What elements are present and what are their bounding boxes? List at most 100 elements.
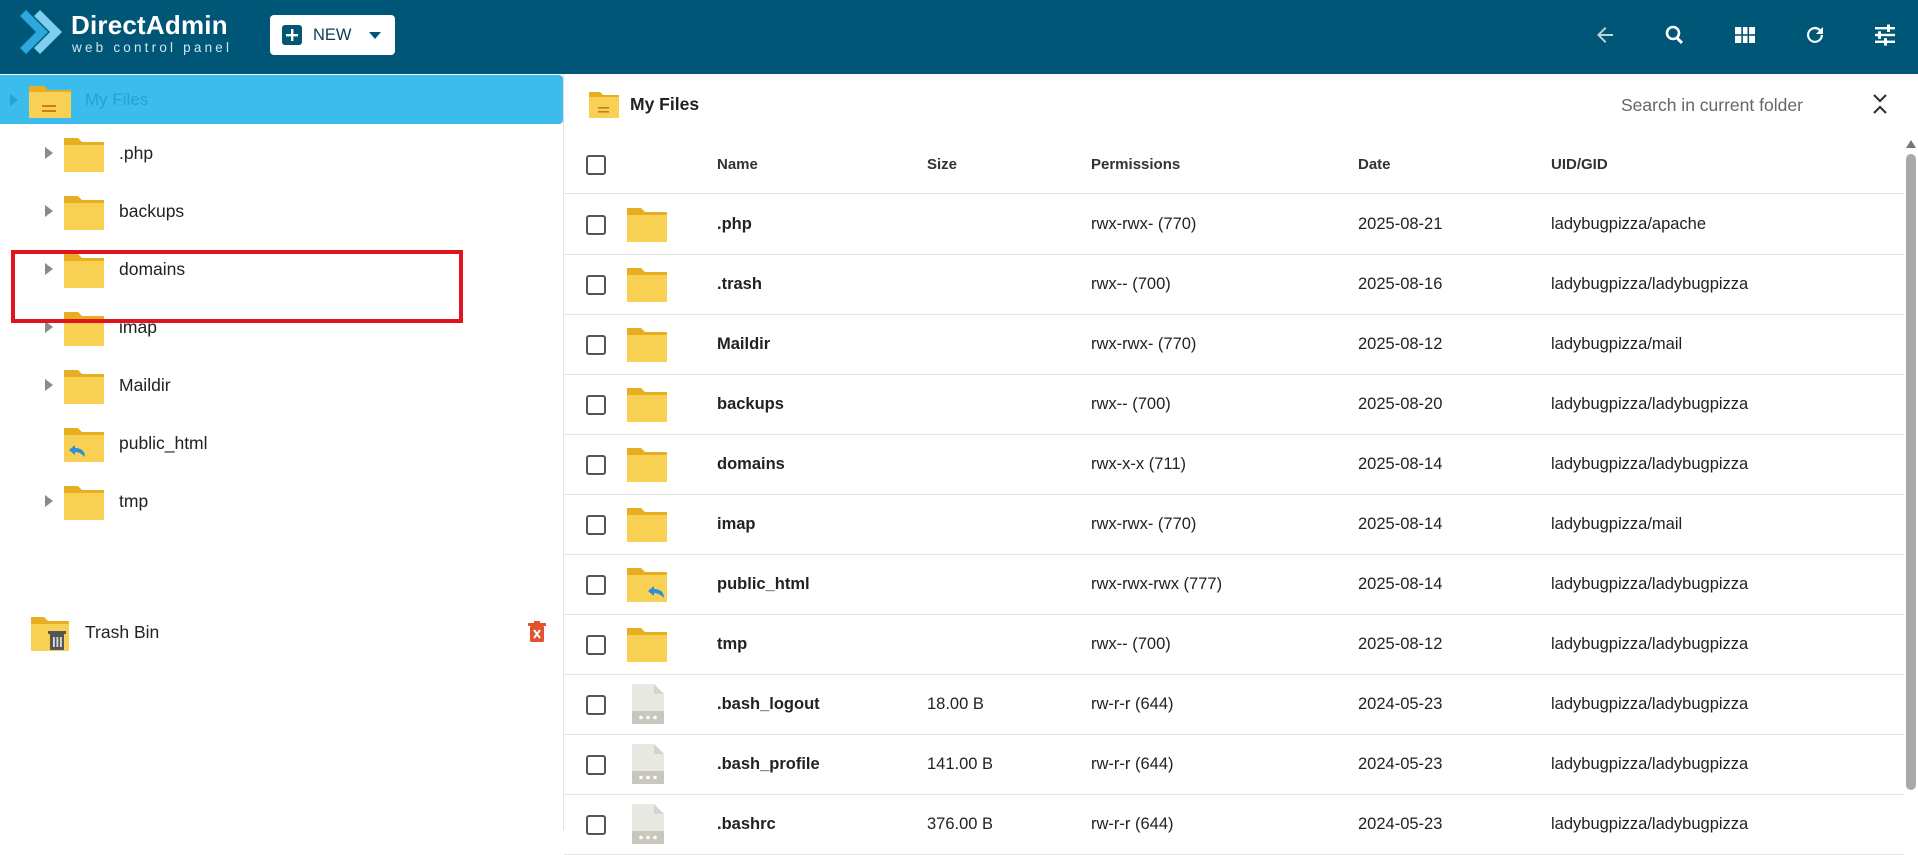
- cell-name[interactable]: public_html: [717, 575, 810, 594]
- column-header-uid-gid[interactable]: UID/GID: [1551, 156, 1608, 173]
- cell-name[interactable]: Maildir: [717, 335, 770, 354]
- cell-name[interactable]: .trash: [717, 275, 762, 294]
- row-checkbox[interactable]: [586, 395, 606, 415]
- new-button[interactable]: NEW: [270, 15, 395, 55]
- cell-uid-gid: ladybugpizza/ladybugpizza: [1551, 695, 1749, 713]
- tree-item-trash-bin[interactable]: Trash Bin: [0, 607, 563, 657]
- cell-name[interactable]: imap: [717, 515, 756, 534]
- row-checkbox[interactable]: [586, 215, 606, 235]
- column-header-date[interactable]: Date: [1358, 156, 1391, 173]
- folder-icon: [589, 92, 619, 118]
- cell-permissions: rwx-- (700): [1091, 275, 1171, 293]
- folder-icon: [626, 445, 668, 488]
- cell-date: 2024-05-23: [1358, 695, 1443, 713]
- tree-item-imap[interactable]: imap: [0, 302, 563, 352]
- search-input[interactable]: [1621, 88, 1841, 122]
- tree-item-label: backups: [119, 201, 185, 221]
- expand-arrow-icon[interactable]: [45, 263, 53, 275]
- column-header-size[interactable]: Size: [927, 156, 957, 173]
- scroll-up-arrow-icon[interactable]: [1906, 140, 1916, 148]
- row-checkbox[interactable]: [586, 575, 606, 595]
- folder-link-icon: [626, 565, 668, 608]
- cell-name[interactable]: tmp: [717, 635, 747, 654]
- tree-root-my-files[interactable]: My Files: [0, 75, 563, 124]
- grid-view-icon[interactable]: [1728, 18, 1762, 52]
- settings-sliders-icon[interactable]: [1868, 18, 1902, 52]
- expand-arrow-icon[interactable]: [45, 147, 53, 159]
- tree-item-tmp[interactable]: tmp: [0, 476, 563, 526]
- tree-item-domains[interactable]: domains: [0, 244, 563, 294]
- folder-icon: [64, 312, 104, 346]
- expand-arrow-icon[interactable]: [45, 379, 53, 391]
- expand-arrow-icon[interactable]: [45, 205, 53, 217]
- top-bar: DirectAdmin web control panel NEW: [0, 0, 1918, 74]
- cell-date: 2025-08-12: [1358, 635, 1443, 653]
- directadmin-logo[interactable]: DirectAdmin web control panel: [18, 4, 258, 66]
- row-checkbox[interactable]: [586, 755, 606, 775]
- row-checkbox[interactable]: [586, 815, 606, 835]
- cell-date: 2025-08-20: [1358, 395, 1443, 413]
- table-row[interactable]: .bashrc 376.00 B rw-r-r (644) 2024-05-23 lad…: [564, 795, 1904, 855]
- cell-name[interactable]: domains: [717, 455, 785, 474]
- cell-name[interactable]: .bashrc: [717, 815, 776, 834]
- cell-uid-gid: ladybugpizza/apache: [1551, 215, 1707, 233]
- refresh-icon[interactable]: [1798, 18, 1832, 52]
- cell-name[interactable]: backups: [717, 395, 784, 414]
- cell-permissions: rwx-x-x (711): [1091, 455, 1187, 473]
- select-all-checkbox[interactable]: [586, 155, 606, 175]
- folder-icon: [64, 254, 104, 288]
- cell-date: 2025-08-21: [1358, 215, 1443, 233]
- folder-icon: [64, 196, 104, 230]
- table-row[interactable]: public_html rwx-rwx-rwx (777) 2025-08-14 la…: [564, 555, 1904, 615]
- tree-item-backups[interactable]: backups: [0, 186, 563, 236]
- column-header-permissions[interactable]: Permissions: [1091, 156, 1180, 173]
- expand-arrow-icon[interactable]: [45, 321, 53, 333]
- expand-arrow-icon[interactable]: [10, 94, 18, 106]
- row-checkbox[interactable]: [586, 515, 606, 535]
- tree-item-label: public_html: [119, 433, 208, 453]
- table-row[interactable]: backups rwx-- (700) 2025-08-20 ladybugpizza…: [564, 375, 1904, 435]
- cell-date: 2024-05-23: [1358, 815, 1443, 833]
- table-row[interactable]: .bash_logout 18.00 B rw-r-r (644) 2024-05-2…: [564, 675, 1904, 735]
- scrollbar[interactable]: [1904, 140, 1918, 830]
- row-checkbox[interactable]: [586, 695, 606, 715]
- table-row[interactable]: domains rwx-x-x (711) 2025-08-14 ladybugpiz…: [564, 435, 1904, 495]
- cell-uid-gid: ladybugpizza/ladybugpizza: [1551, 395, 1749, 413]
- cell-date: 2025-08-14: [1358, 455, 1443, 473]
- tree-root-label: My Files: [85, 90, 149, 109]
- cell-date: 2025-08-14: [1358, 575, 1443, 593]
- row-checkbox[interactable]: [586, 635, 606, 655]
- cell-name[interactable]: .bash_profile: [717, 755, 820, 774]
- table-row[interactable]: .trash rwx-- (700) 2025-08-16 ladybugpizza/…: [564, 255, 1904, 315]
- back-arrow-icon[interactable]: [1588, 18, 1622, 52]
- cell-uid-gid: ladybugpizza/ladybugpizza: [1551, 275, 1749, 293]
- row-checkbox[interactable]: [586, 335, 606, 355]
- column-header-name[interactable]: Name: [717, 156, 758, 173]
- cell-uid-gid: ladybugpizza/ladybugpizza: [1551, 575, 1749, 593]
- cell-name[interactable]: .php: [717, 215, 752, 234]
- tree-item-php[interactable]: .php: [0, 128, 563, 178]
- row-checkbox[interactable]: [586, 275, 606, 295]
- cell-permissions: rw-r-r (644): [1091, 815, 1174, 833]
- file-icon: [629, 803, 665, 850]
- chevron-down-icon: [369, 32, 381, 39]
- search-icon[interactable]: [1658, 18, 1692, 52]
- cell-permissions: rwx-rwx-rwx (777): [1091, 575, 1223, 593]
- table-row[interactable]: tmp rwx-- (700) 2025-08-12 ladybugpizza/lad…: [564, 615, 1904, 675]
- empty-trash-icon[interactable]: [528, 621, 546, 643]
- scrollbar-thumb[interactable]: [1906, 154, 1916, 790]
- expand-arrow-icon[interactable]: [45, 495, 53, 507]
- table-row[interactable]: imap rwx-rwx- (770) 2025-08-14 ladybugpizza…: [564, 495, 1904, 555]
- tree-item-maildir[interactable]: Maildir: [0, 360, 563, 410]
- row-checkbox[interactable]: [586, 455, 606, 475]
- table-row[interactable]: .php rwx-rwx- (770) 2025-08-21 ladybugpizza…: [564, 195, 1904, 255]
- cell-uid-gid: ladybugpizza/ladybugpizza: [1551, 755, 1749, 773]
- cell-date: 2024-05-23: [1358, 755, 1443, 773]
- tree-item-label: imap: [119, 317, 157, 337]
- collapse-icon[interactable]: [1872, 92, 1888, 116]
- table-row[interactable]: .bash_profile 141.00 B rw-r-r (644) 2024-05…: [564, 735, 1904, 795]
- cell-name[interactable]: .bash_logout: [717, 695, 820, 714]
- tree-item-public-html[interactable]: public_html: [0, 418, 563, 468]
- plus-icon: [282, 25, 302, 45]
- table-row[interactable]: Maildir rwx-rwx- (770) 2025-08-12 ladybugpi…: [564, 315, 1904, 375]
